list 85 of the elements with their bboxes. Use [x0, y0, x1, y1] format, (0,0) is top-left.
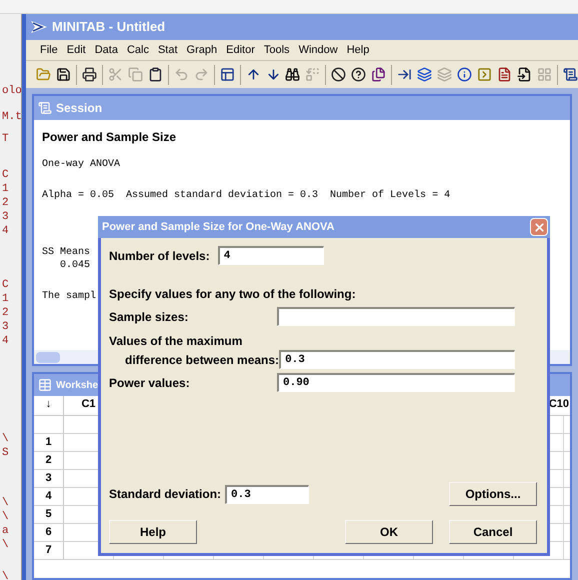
row-header: 3 [34, 470, 64, 487]
input-field[interactable]: 0.3 [279, 350, 515, 369]
scroll-icon [38, 101, 52, 115]
close-icon [532, 220, 546, 234]
row-header: 7 [34, 542, 64, 559]
table-icon [38, 378, 52, 392]
text-fragment: \ [1, 570, 10, 580]
document-arrow-icon[interactable] [516, 67, 532, 82]
session-output-line: Alpha = 0.05 Assumed standard deviation = 0.3 Number of Levels = 4 [42, 189, 450, 202]
field-label: difference between means: [124, 352, 280, 368]
input-field[interactable]: 4 [218, 246, 324, 265]
text-fragment: 3 [1, 210, 10, 224]
clipboard-icon[interactable] [148, 67, 163, 82]
folder-icon[interactable] [36, 67, 51, 82]
cancel-button[interactable]: Cancel [449, 520, 537, 544]
row-header: 6 [34, 524, 64, 541]
menu-item[interactable]: Stat [158, 42, 178, 58]
field-label: Standard deviation: [109, 486, 222, 503]
report-icon[interactable] [497, 67, 512, 82]
documents-icon[interactable] [371, 67, 386, 82]
session-heading: Power and Sample Size [42, 129, 178, 146]
field-label: Sample sizes: [109, 308, 188, 326]
menu-item[interactable]: Editor [226, 42, 255, 58]
help-icon[interactable] [351, 67, 366, 82]
menu-item[interactable]: Tools [264, 42, 290, 58]
row-header: 1 [34, 434, 64, 451]
text-fragment: \ [1, 432, 10, 446]
menu-item[interactable]: Window [298, 42, 338, 58]
field-label: Number of levels: [109, 248, 210, 264]
menu-item[interactable]: Edit [66, 42, 86, 58]
cancel-icon[interactable] [331, 67, 346, 82]
text-fragment: 1 [1, 292, 10, 306]
menu-item[interactable]: File [40, 42, 58, 58]
ok-button[interactable]: OK [345, 520, 433, 544]
instruction-text: Specify values for any two of the following: [109, 286, 357, 303]
info-icon[interactable] [457, 67, 472, 82]
corner-cell: ↓ [34, 396, 64, 415]
save-icon[interactable] [56, 67, 71, 82]
help-button[interactable]: Help [109, 520, 197, 544]
field-label: Values of the maximum [109, 333, 244, 350]
text-fragment: 2 [1, 196, 10, 210]
row-header: 4 [34, 488, 64, 505]
worksheet-title: Workshe [56, 378, 98, 392]
text-fragment: a [1, 524, 10, 538]
text-fragment: olo [1, 84, 21, 98]
text-fragment: T [1, 132, 10, 146]
printer-icon[interactable] [82, 67, 97, 82]
text-fragment: \ [1, 538, 10, 552]
options-button[interactable]: Options... [449, 482, 537, 506]
text-fragment: 4 [1, 334, 10, 348]
text-fragment: C [1, 168, 10, 182]
menu-item[interactable]: Graph [186, 42, 218, 58]
command-prompt-icon[interactable] [477, 67, 492, 82]
session-output-line: 0.045 [59, 259, 90, 272]
text-fragment: 2 [1, 306, 10, 320]
text-fragment: 4 [1, 224, 10, 238]
insert-icon[interactable] [397, 67, 412, 82]
logo-icon [30, 20, 48, 34]
scroll-icon[interactable] [562, 67, 578, 82]
menu-item[interactable]: Help [346, 42, 370, 58]
binoculars-icon[interactable] [285, 67, 300, 82]
field-label: Power values: [109, 374, 190, 392]
text-fragment: S [1, 446, 10, 460]
text-fragment: \ [1, 510, 10, 524]
session-output-line: The sampl [42, 290, 96, 303]
text-fragment: M.t [1, 110, 21, 124]
input-field[interactable]: 0.3 [225, 484, 310, 504]
session-output-line: SS Means [42, 246, 90, 259]
session-title: Session [56, 100, 102, 117]
text-fragment: 3 [1, 320, 10, 334]
dialog-title: Power and Sample Size for One-Way ANOVA [102, 220, 334, 235]
input-field[interactable]: 0.90 [277, 373, 515, 392]
menu-item[interactable]: Data [94, 42, 118, 58]
input-field[interactable] [277, 307, 515, 326]
text-fragment: C [1, 278, 10, 292]
stacked-windows-icon[interactable] [417, 67, 432, 82]
text-fragment: \ [1, 496, 10, 510]
window-title: MINITAB - Untitled [52, 18, 166, 36]
row-header: 2 [34, 452, 64, 469]
text-fragment: 1 [1, 182, 10, 196]
menu-item[interactable]: Calc [126, 42, 149, 58]
session-output-line: One-way ANOVA [42, 158, 120, 171]
window-icon[interactable] [220, 67, 235, 82]
close-button[interactable] [530, 218, 548, 236]
row-header: 5 [34, 506, 64, 523]
